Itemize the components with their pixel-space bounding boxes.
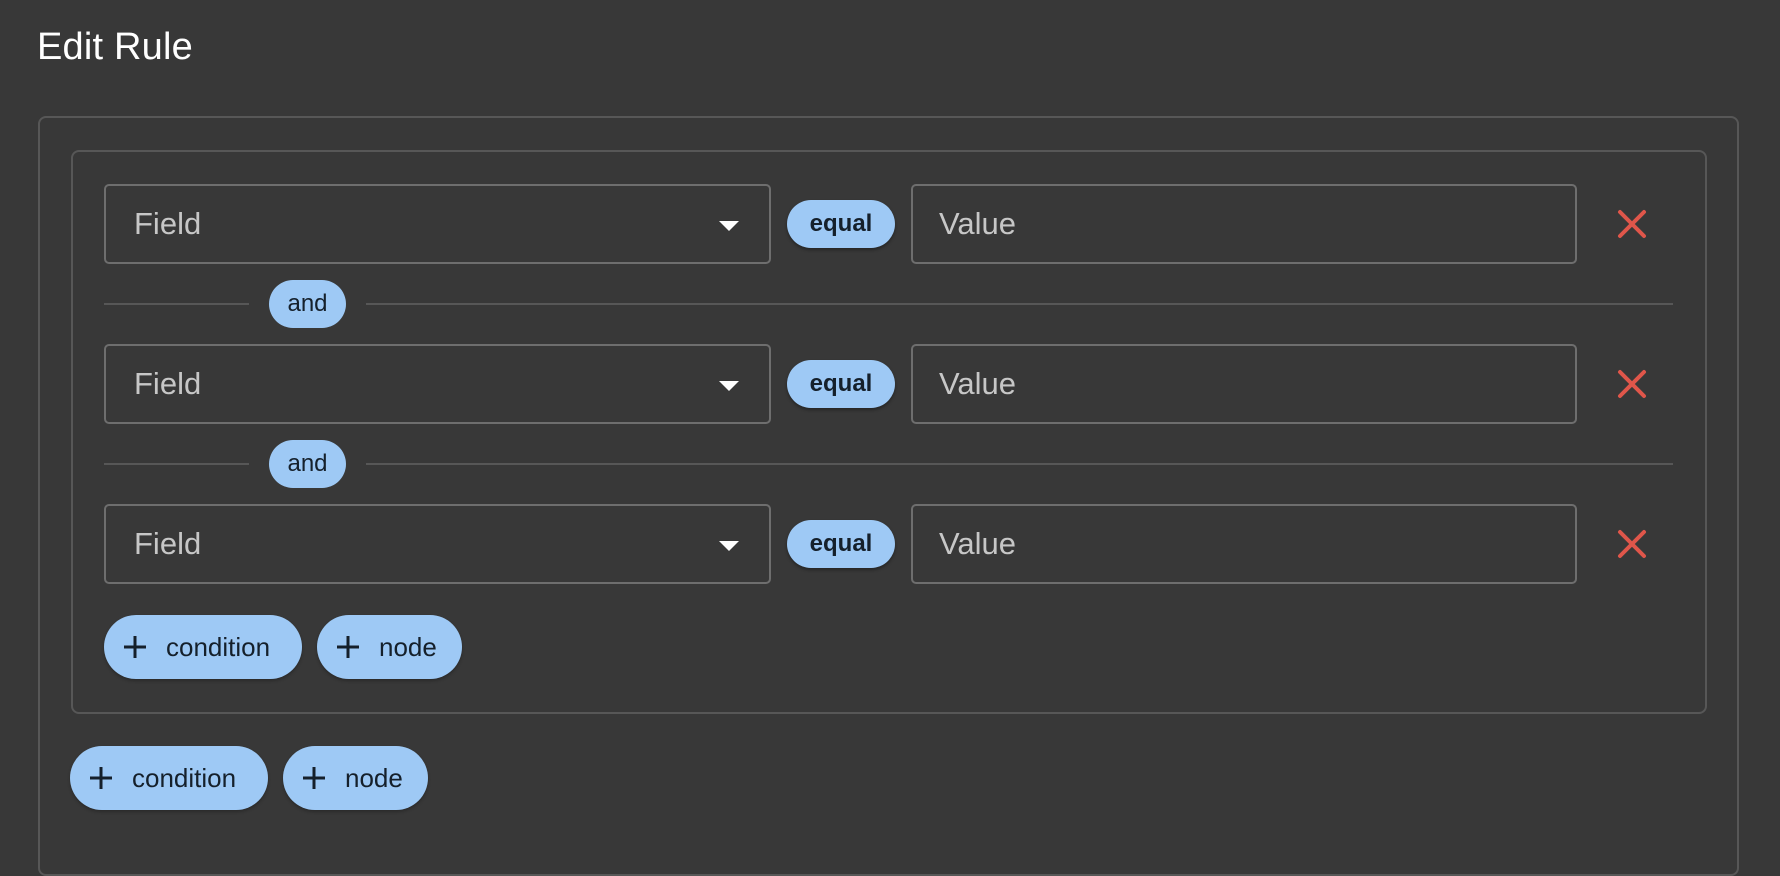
divider-line <box>366 463 1673 465</box>
operator-chip[interactable]: equal <box>787 200 895 248</box>
divider-line <box>366 303 1673 305</box>
operator-chip[interactable]: equal <box>787 360 895 408</box>
value-input[interactable] <box>911 344 1577 424</box>
field-select-label: Field <box>134 366 202 401</box>
add-node-label: node <box>379 631 437 662</box>
add-condition-label: condition <box>166 631 271 662</box>
close-icon[interactable] <box>1610 362 1654 406</box>
add-condition-label: condition <box>132 762 237 793</box>
add-condition-button[interactable]: condition <box>70 746 268 810</box>
add-node-button[interactable]: node <box>317 615 462 679</box>
chevron-down-icon <box>719 541 739 551</box>
operator-chip[interactable]: equal <box>787 520 895 568</box>
conjunction-chip[interactable]: and <box>269 440 346 488</box>
field-select[interactable]: Field <box>104 184 771 264</box>
add-condition-button[interactable]: condition <box>104 615 302 679</box>
field-select-label: Field <box>134 526 202 561</box>
page-title: Edit Rule <box>37 26 193 68</box>
close-icon[interactable] <box>1610 522 1654 566</box>
divider-line <box>104 463 249 465</box>
field-select-label: Field <box>134 206 202 241</box>
field-select[interactable]: Field <box>104 504 771 584</box>
chevron-down-icon <box>719 381 739 391</box>
plus-icon <box>301 765 327 791</box>
divider-line <box>104 303 249 305</box>
add-node-label: node <box>345 762 403 793</box>
conjunction-chip[interactable]: and <box>269 280 346 328</box>
field-select[interactable]: Field <box>104 344 771 424</box>
chevron-down-icon <box>719 221 739 231</box>
close-icon[interactable] <box>1610 202 1654 246</box>
plus-icon <box>88 765 114 791</box>
value-input[interactable] <box>911 184 1577 264</box>
plus-icon <box>335 634 361 660</box>
add-node-button[interactable]: node <box>283 746 428 810</box>
plus-icon <box>122 634 148 660</box>
value-input[interactable] <box>911 504 1577 584</box>
